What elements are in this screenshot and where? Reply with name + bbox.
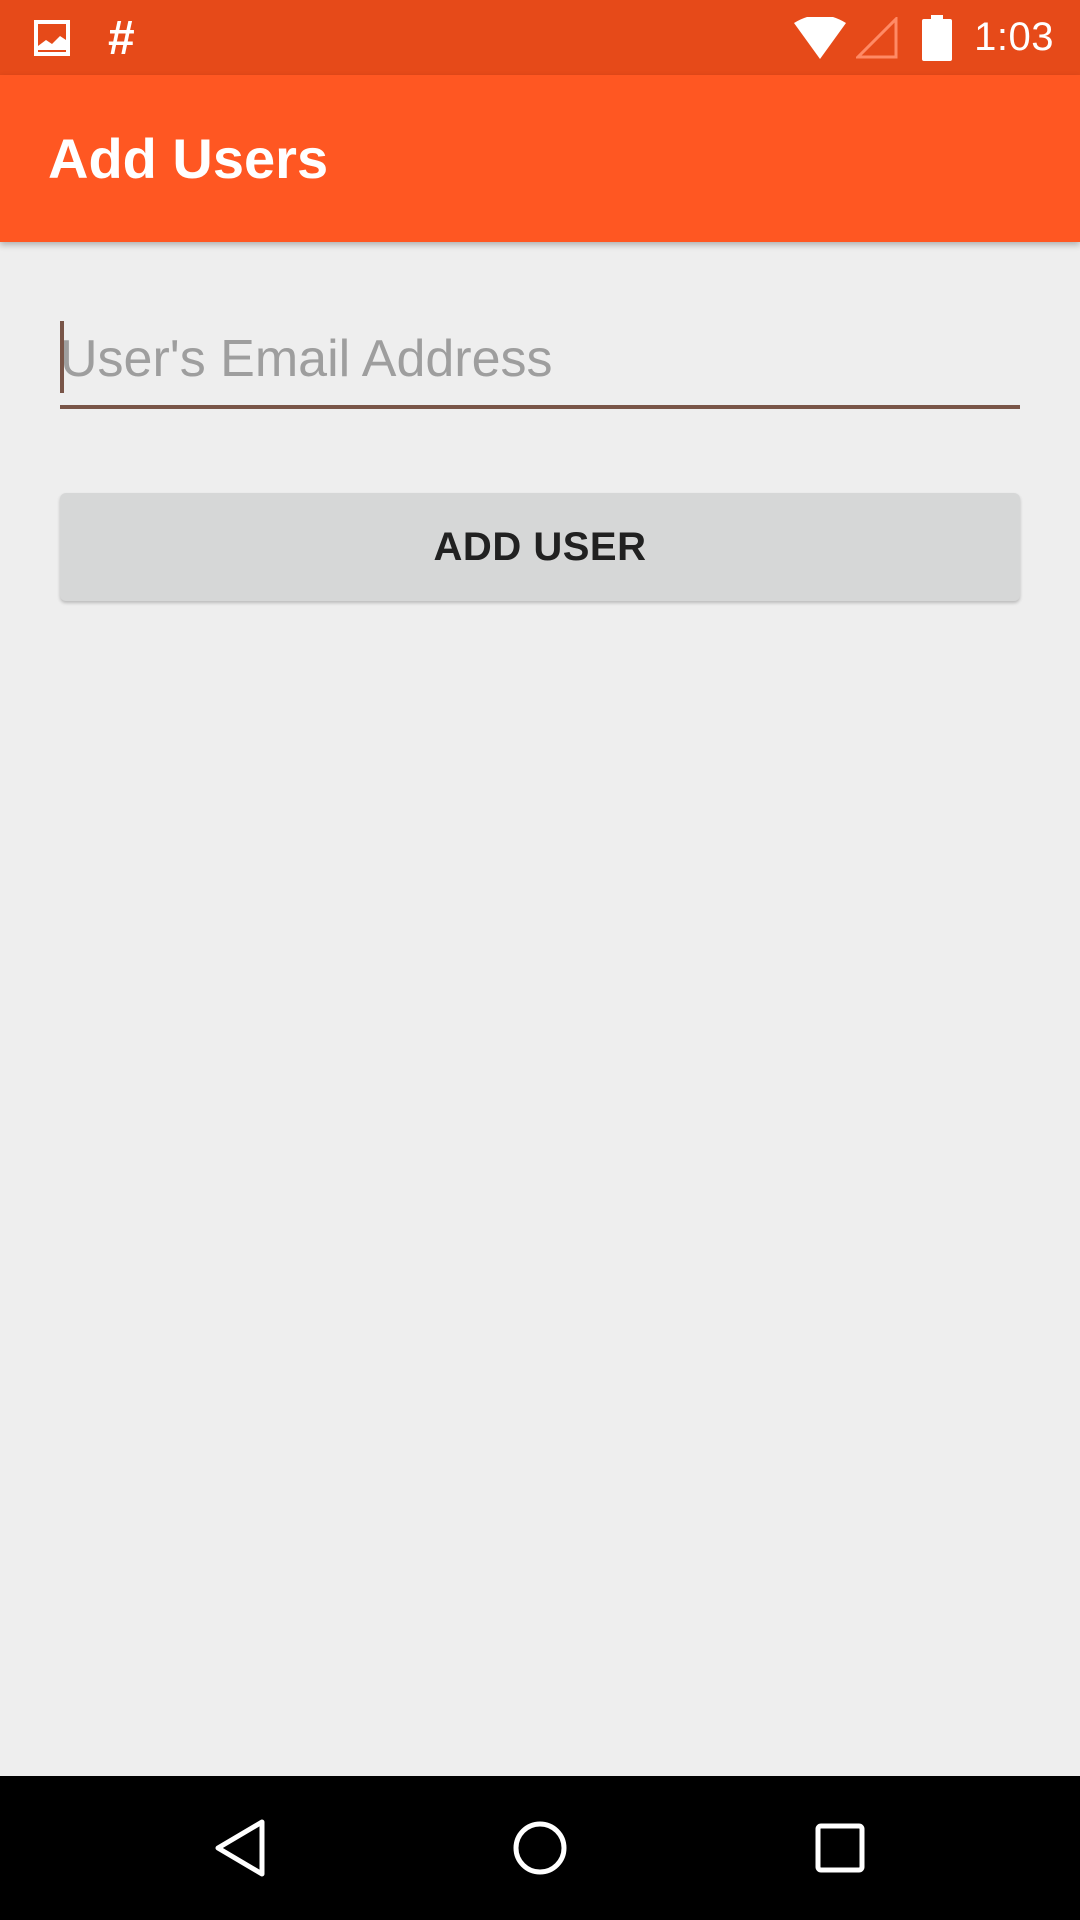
- navigation-bar: [0, 1776, 1080, 1920]
- page-title: Add Users: [48, 127, 329, 190]
- text-cursor: [60, 321, 64, 393]
- back-button[interactable]: [160, 1776, 320, 1920]
- back-icon: [212, 1818, 268, 1878]
- status-bar: # 1:03: [0, 0, 1080, 75]
- system-status-area: 1:03: [794, 0, 1054, 75]
- hash-icon: #: [108, 11, 135, 65]
- battery-icon: [922, 14, 953, 61]
- image-icon: [34, 19, 70, 56]
- email-input[interactable]: [60, 317, 1020, 401]
- wifi-icon: [794, 16, 847, 59]
- home-icon: [511, 1819, 569, 1877]
- recents-button[interactable]: [760, 1776, 920, 1920]
- app-bar: Add Users: [0, 75, 1080, 242]
- cell-signal-icon: [856, 16, 898, 59]
- email-field[interactable]: [60, 317, 1020, 409]
- home-button[interactable]: [460, 1776, 620, 1920]
- notification-area: #: [34, 0, 135, 75]
- add-user-button[interactable]: ADD USER: [60, 493, 1020, 601]
- recents-icon: [814, 1822, 866, 1874]
- status-time: 1:03: [974, 15, 1054, 59]
